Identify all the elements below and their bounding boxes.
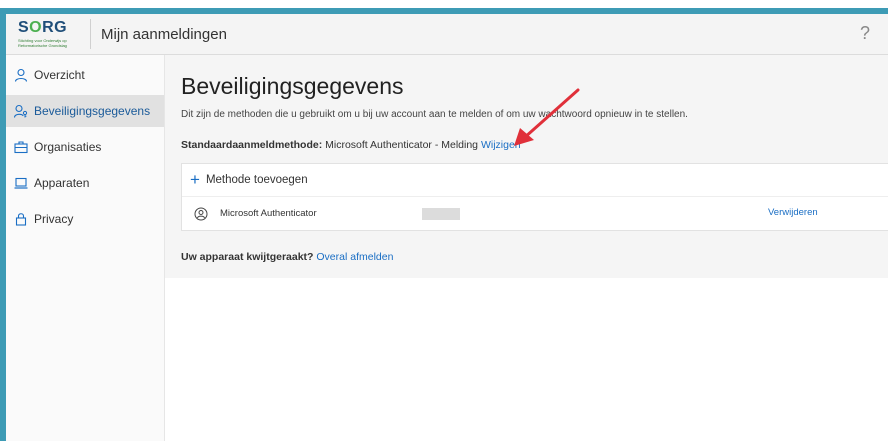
default-method-value: Microsoft Authenticator - Melding	[325, 139, 479, 151]
laptop-icon	[14, 176, 28, 190]
lock-icon	[14, 212, 28, 226]
sidebar: Overzicht Beveiligingsgegevens Organisat…	[6, 55, 165, 441]
sign-out-everywhere-link[interactable]: Overal afmelden	[316, 251, 393, 263]
default-sign-in-method: Standaardaanmeldmethode: Microsoft Authe…	[181, 139, 521, 151]
methods-card: + Methode toevoegen Microsoft Authentica…	[181, 163, 888, 231]
page-title: Beveiligingsgegevens	[181, 73, 404, 99]
method-name: Microsoft Authenticator	[220, 208, 317, 219]
app-title: Mijn aanmeldingen	[101, 25, 227, 43]
add-method-button[interactable]: + Methode toevoegen	[182, 164, 888, 197]
authenticator-icon	[194, 207, 208, 221]
logo-text: SORG	[18, 19, 68, 36]
sidebar-item-apparaten[interactable]: Apparaten	[6, 167, 164, 199]
header-divider	[90, 19, 91, 49]
remove-method-link[interactable]: Verwijderen	[768, 207, 818, 218]
method-row: Microsoft Authenticator Verwijderen	[182, 197, 888, 230]
person-icon	[14, 68, 28, 82]
change-link[interactable]: Wijzigen	[481, 139, 521, 151]
sorg-logo[interactable]: SORG Stichting voor Onderwijs op Reforma…	[14, 18, 84, 50]
lost-device-label: Uw apparaat kwijtgeraakt?	[181, 251, 314, 263]
sidebar-item-label: Beveiligingsgegevens	[34, 104, 151, 118]
briefcase-icon	[14, 140, 28, 154]
default-method-label: Standaardaanmeldmethode:	[181, 139, 323, 151]
main-content: Beveiligingsgegevens Dit zijn de methode…	[165, 55, 888, 278]
sidebar-item-beveiligingsgegevens[interactable]: Beveiligingsgegevens	[6, 95, 164, 127]
top-bar: SORG Stichting voor Onderwijs op Reforma…	[6, 14, 888, 55]
sidebar-item-label: Organisaties	[34, 140, 102, 154]
browser-frame: SORG Stichting voor Onderwijs op Reforma…	[0, 8, 888, 441]
sidebar-item-label: Apparaten	[34, 176, 90, 190]
sidebar-item-label: Overzicht	[34, 68, 85, 82]
sidebar-item-privacy[interactable]: Privacy	[6, 203, 164, 235]
redacted-detail	[422, 208, 460, 220]
sidebar-item-label: Privacy	[34, 212, 74, 226]
security-info-icon	[14, 104, 28, 118]
add-method-label: Methode toevoegen	[205, 174, 308, 186]
sidebar-item-overzicht[interactable]: Overzicht	[6, 59, 164, 91]
sidebar-item-organisaties[interactable]: Organisaties	[6, 131, 164, 163]
plus-icon: +	[190, 170, 200, 189]
lost-device-section: Uw apparaat kwijtgeraakt? Overal afmelde…	[181, 251, 393, 263]
page-description: Dit zijn de methoden die u gebruikt om u…	[181, 109, 688, 120]
logo-subtitle-2: Reformatorische Grondslag	[18, 43, 67, 48]
help-icon[interactable]: ?	[860, 23, 870, 44]
